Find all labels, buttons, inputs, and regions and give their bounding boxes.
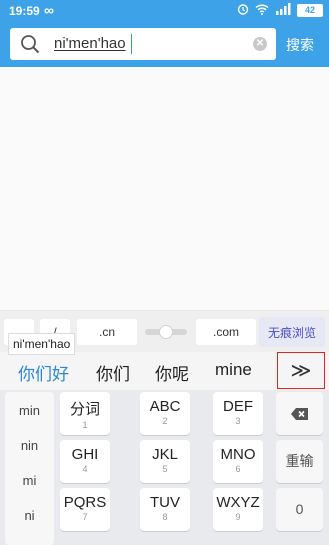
backspace-key[interactable] (276, 392, 323, 435)
candidate-item[interactable]: 你呢 (155, 360, 189, 385)
pinyin-option[interactable]: mi (5, 473, 54, 488)
search-box[interactable]: ni'men'hao ✕ (10, 28, 276, 60)
infinity-icon: ∞ (44, 2, 54, 18)
candidate-item[interactable]: mine (215, 360, 252, 380)
key-2[interactable]: ABC 2 (140, 392, 190, 435)
key-label: ABC (149, 398, 181, 415)
key-label: PQRS (63, 494, 107, 511)
backspace-icon (276, 392, 323, 435)
pinyin-option[interactable]: nin (5, 438, 54, 453)
key-label: DEF (223, 398, 253, 415)
text-caret (131, 34, 132, 54)
key-label: MNO (220, 446, 256, 463)
page-content (0, 67, 329, 310)
key-number: 1 (82, 420, 88, 430)
search-button[interactable]: 搜索 (286, 35, 314, 55)
search-input[interactable]: ni'men'hao (54, 35, 126, 52)
quick-key-cn[interactable]: .cn (77, 319, 137, 345)
candidate-item[interactable]: 你们好 (18, 360, 69, 385)
wifi-icon (255, 3, 269, 18)
pinyin-option[interactable]: min (5, 403, 54, 418)
key-8[interactable]: TUV 8 (140, 488, 190, 531)
clear-icon[interactable]: ✕ (253, 37, 267, 51)
key-label: 0 (295, 501, 304, 517)
key-3[interactable]: DEF 3 (213, 392, 263, 435)
key-number: 2 (162, 416, 168, 426)
key-7[interactable]: PQRS 7 (60, 488, 110, 531)
key-number: 6 (235, 464, 241, 474)
more-candidates-button[interactable]: ≫ (277, 352, 325, 389)
battery-icon: 42 (297, 4, 323, 17)
candidate-item[interactable]: 你们 (96, 360, 130, 385)
quick-key-com[interactable]: .com (196, 319, 256, 345)
pinyin-options: min nin mi ni (5, 392, 54, 545)
pinyin-option[interactable]: ni (5, 508, 54, 523)
key-label: JKL (152, 446, 178, 463)
key-number: 8 (162, 512, 168, 522)
key-number: 9 (235, 512, 241, 522)
key-label: GHI (71, 446, 99, 463)
key-1[interactable]: 分词 1 (60, 392, 110, 435)
key-4[interactable]: GHI 4 (60, 440, 110, 483)
key-5[interactable]: JKL 5 (140, 440, 190, 483)
key-6[interactable]: MNO 6 (213, 440, 263, 483)
key-label: 分词 (69, 401, 100, 418)
cursor-slider[interactable] (143, 319, 189, 345)
status-icons: 42 (237, 3, 323, 18)
key-number: 5 (162, 464, 168, 474)
status-bar: 19:59 ∞ 42 (0, 0, 329, 22)
composition-text: ni'men'hao (8, 333, 76, 355)
key-number: 4 (82, 464, 88, 474)
key-number: 7 (82, 512, 88, 522)
alarm-icon (237, 3, 249, 18)
key-label: TUV (150, 494, 180, 511)
key-label: 重输 (285, 453, 314, 469)
search-icon (20, 34, 40, 54)
status-time: 19:59 (9, 4, 40, 18)
incognito-button[interactable]: 无痕浏览 (259, 317, 325, 347)
key-number: 3 (235, 416, 241, 426)
signal-icon (275, 3, 291, 18)
zero-key[interactable]: 0 (276, 488, 323, 531)
key-9[interactable]: WXYZ 9 (213, 488, 263, 531)
key-label: WXYZ (216, 494, 260, 511)
reenter-key[interactable]: 重输 (276, 440, 323, 483)
